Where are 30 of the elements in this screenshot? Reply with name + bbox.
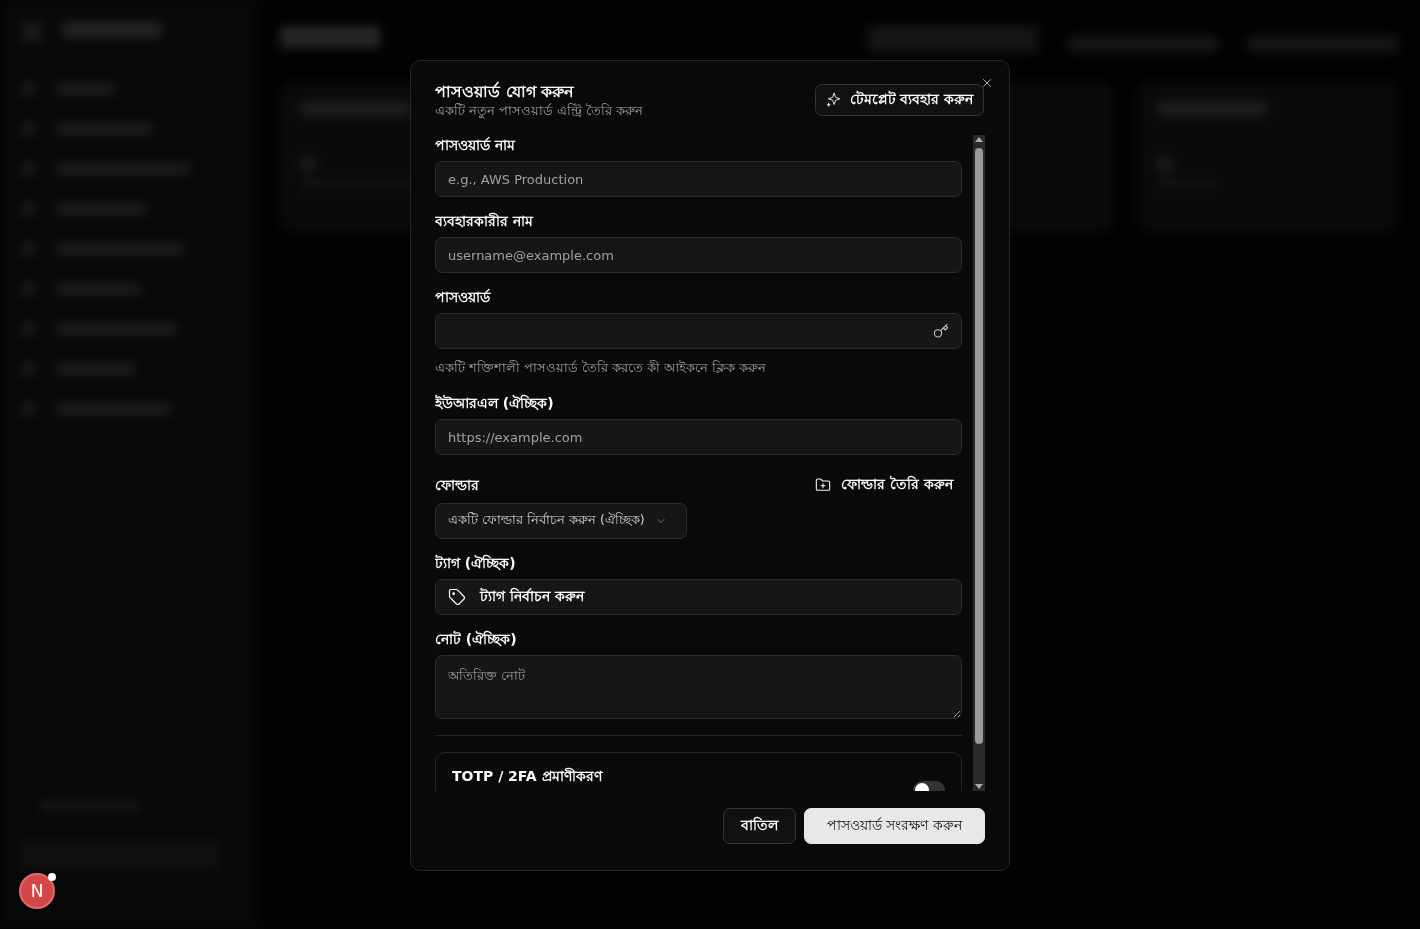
tag-icon — [448, 588, 466, 606]
field-label: পাসওয়ার্ড — [435, 288, 492, 307]
field-label: নোট (ঐচ্ছিক) — [435, 629, 518, 649]
dialog-subtitle: একটি নতুন পাসওয়ার্ড এন্ট্রি তৈরি করুন — [435, 103, 643, 119]
notification-dot — [48, 873, 56, 881]
tag-select[interactable]: ট্যাগ নির্বাচন করুন — [435, 579, 962, 615]
scrollbar[interactable] — [973, 135, 985, 791]
notes-field[interactable]: অতিরিক্ত নোট — [435, 655, 962, 719]
field-label: পাসওয়ার্ড নাম — [435, 136, 517, 155]
field-label: ব্যবহারকারীর নাম — [435, 211, 535, 231]
hint-text: একটি শক্তিশালী পাসওয়ার্ড তৈরি করতে কী আইকনে ক্লিক করুন — [435, 359, 767, 377]
input-field[interactable]: https://example.com — [435, 419, 962, 455]
folder-select[interactable]: একটি ফোল্ডার নির্বাচন করুন (ঐচ্ছিক) — [435, 503, 687, 539]
scroll-down-icon[interactable] — [975, 784, 983, 789]
save-button[interactable]: পাসওয়ার্ড সংরক্ষণ করুন — [804, 808, 985, 844]
close-icon[interactable] — [980, 76, 994, 90]
use-template-button[interactable]: টেমপ্লেট ব্যবহার করুন — [814, 84, 984, 116]
field-label: ট্যাগ (ঐচ্ছিক) — [435, 553, 517, 573]
scroll-up-icon[interactable] — [975, 137, 983, 142]
input-field[interactable]: e.g., AWS Production — [435, 161, 962, 197]
key-icon[interactable] — [933, 323, 949, 339]
sparkles-icon — [825, 92, 842, 108]
folder-plus-icon — [815, 477, 832, 493]
create-folder-button[interactable]: ফোল্ডার তৈরি করুন — [815, 473, 962, 497]
totp-title: TOTP / 2FA প্রমাণীকরণ — [452, 766, 602, 786]
input-field[interactable]: username@example.com — [435, 237, 962, 273]
dialog-title: পাসওয়ার্ড যোগ করুন — [435, 81, 576, 103]
cancel-button[interactable]: বাতিল — [723, 808, 796, 844]
field-label: ফোল্ডার — [435, 476, 479, 495]
field-label: ইউআরএল (ঐচ্ছিক) — [435, 393, 555, 413]
